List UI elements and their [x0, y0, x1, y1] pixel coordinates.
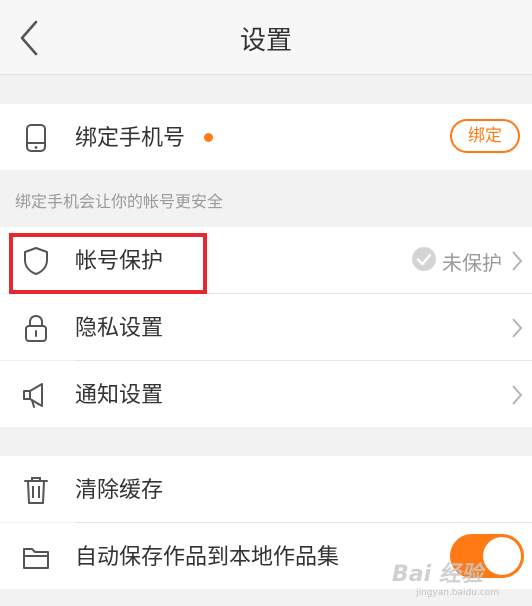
chevron-right-icon	[512, 318, 523, 338]
phone-icon	[26, 124, 46, 152]
account-protection-label: 帐号保护	[75, 249, 164, 274]
notification-settings-row[interactable]: 通知设置	[0, 361, 532, 427]
page-title: 设置	[239, 26, 292, 56]
notification-dot	[204, 133, 213, 142]
chevron-right-icon	[512, 385, 523, 405]
megaphone-icon	[23, 383, 43, 408]
top-bar: 设置	[0, 0, 532, 75]
notification-settings-label: 通知设置	[75, 383, 164, 408]
clear-cache-label: 清除缓存	[75, 478, 164, 503]
trash-icon	[24, 477, 48, 504]
bind-phone-hint: 绑定手机会让你的帐号更安全	[15, 192, 224, 211]
folder-icon	[23, 548, 49, 569]
watermark-url: jingyan.baidu.com	[416, 588, 500, 598]
shield-icon	[24, 247, 48, 275]
check-circle-icon	[412, 247, 436, 271]
watermark: Bai 经验	[392, 562, 483, 587]
clear-cache-row[interactable]: 清除缓存	[0, 456, 532, 522]
privacy-settings-label: 隐私设置	[75, 316, 164, 341]
auto-save-label: 自动保存作品到本地作品集	[75, 545, 340, 570]
protection-status-text: 未保护	[442, 251, 502, 275]
lock-icon	[25, 314, 47, 342]
chevron-right-icon	[512, 251, 523, 271]
privacy-settings-row[interactable]: 隐私设置	[0, 294, 532, 360]
toggle-knob	[483, 537, 521, 575]
bind-button[interactable]: 绑定	[450, 119, 520, 153]
bind-phone-label: 绑定手机号	[75, 126, 186, 151]
